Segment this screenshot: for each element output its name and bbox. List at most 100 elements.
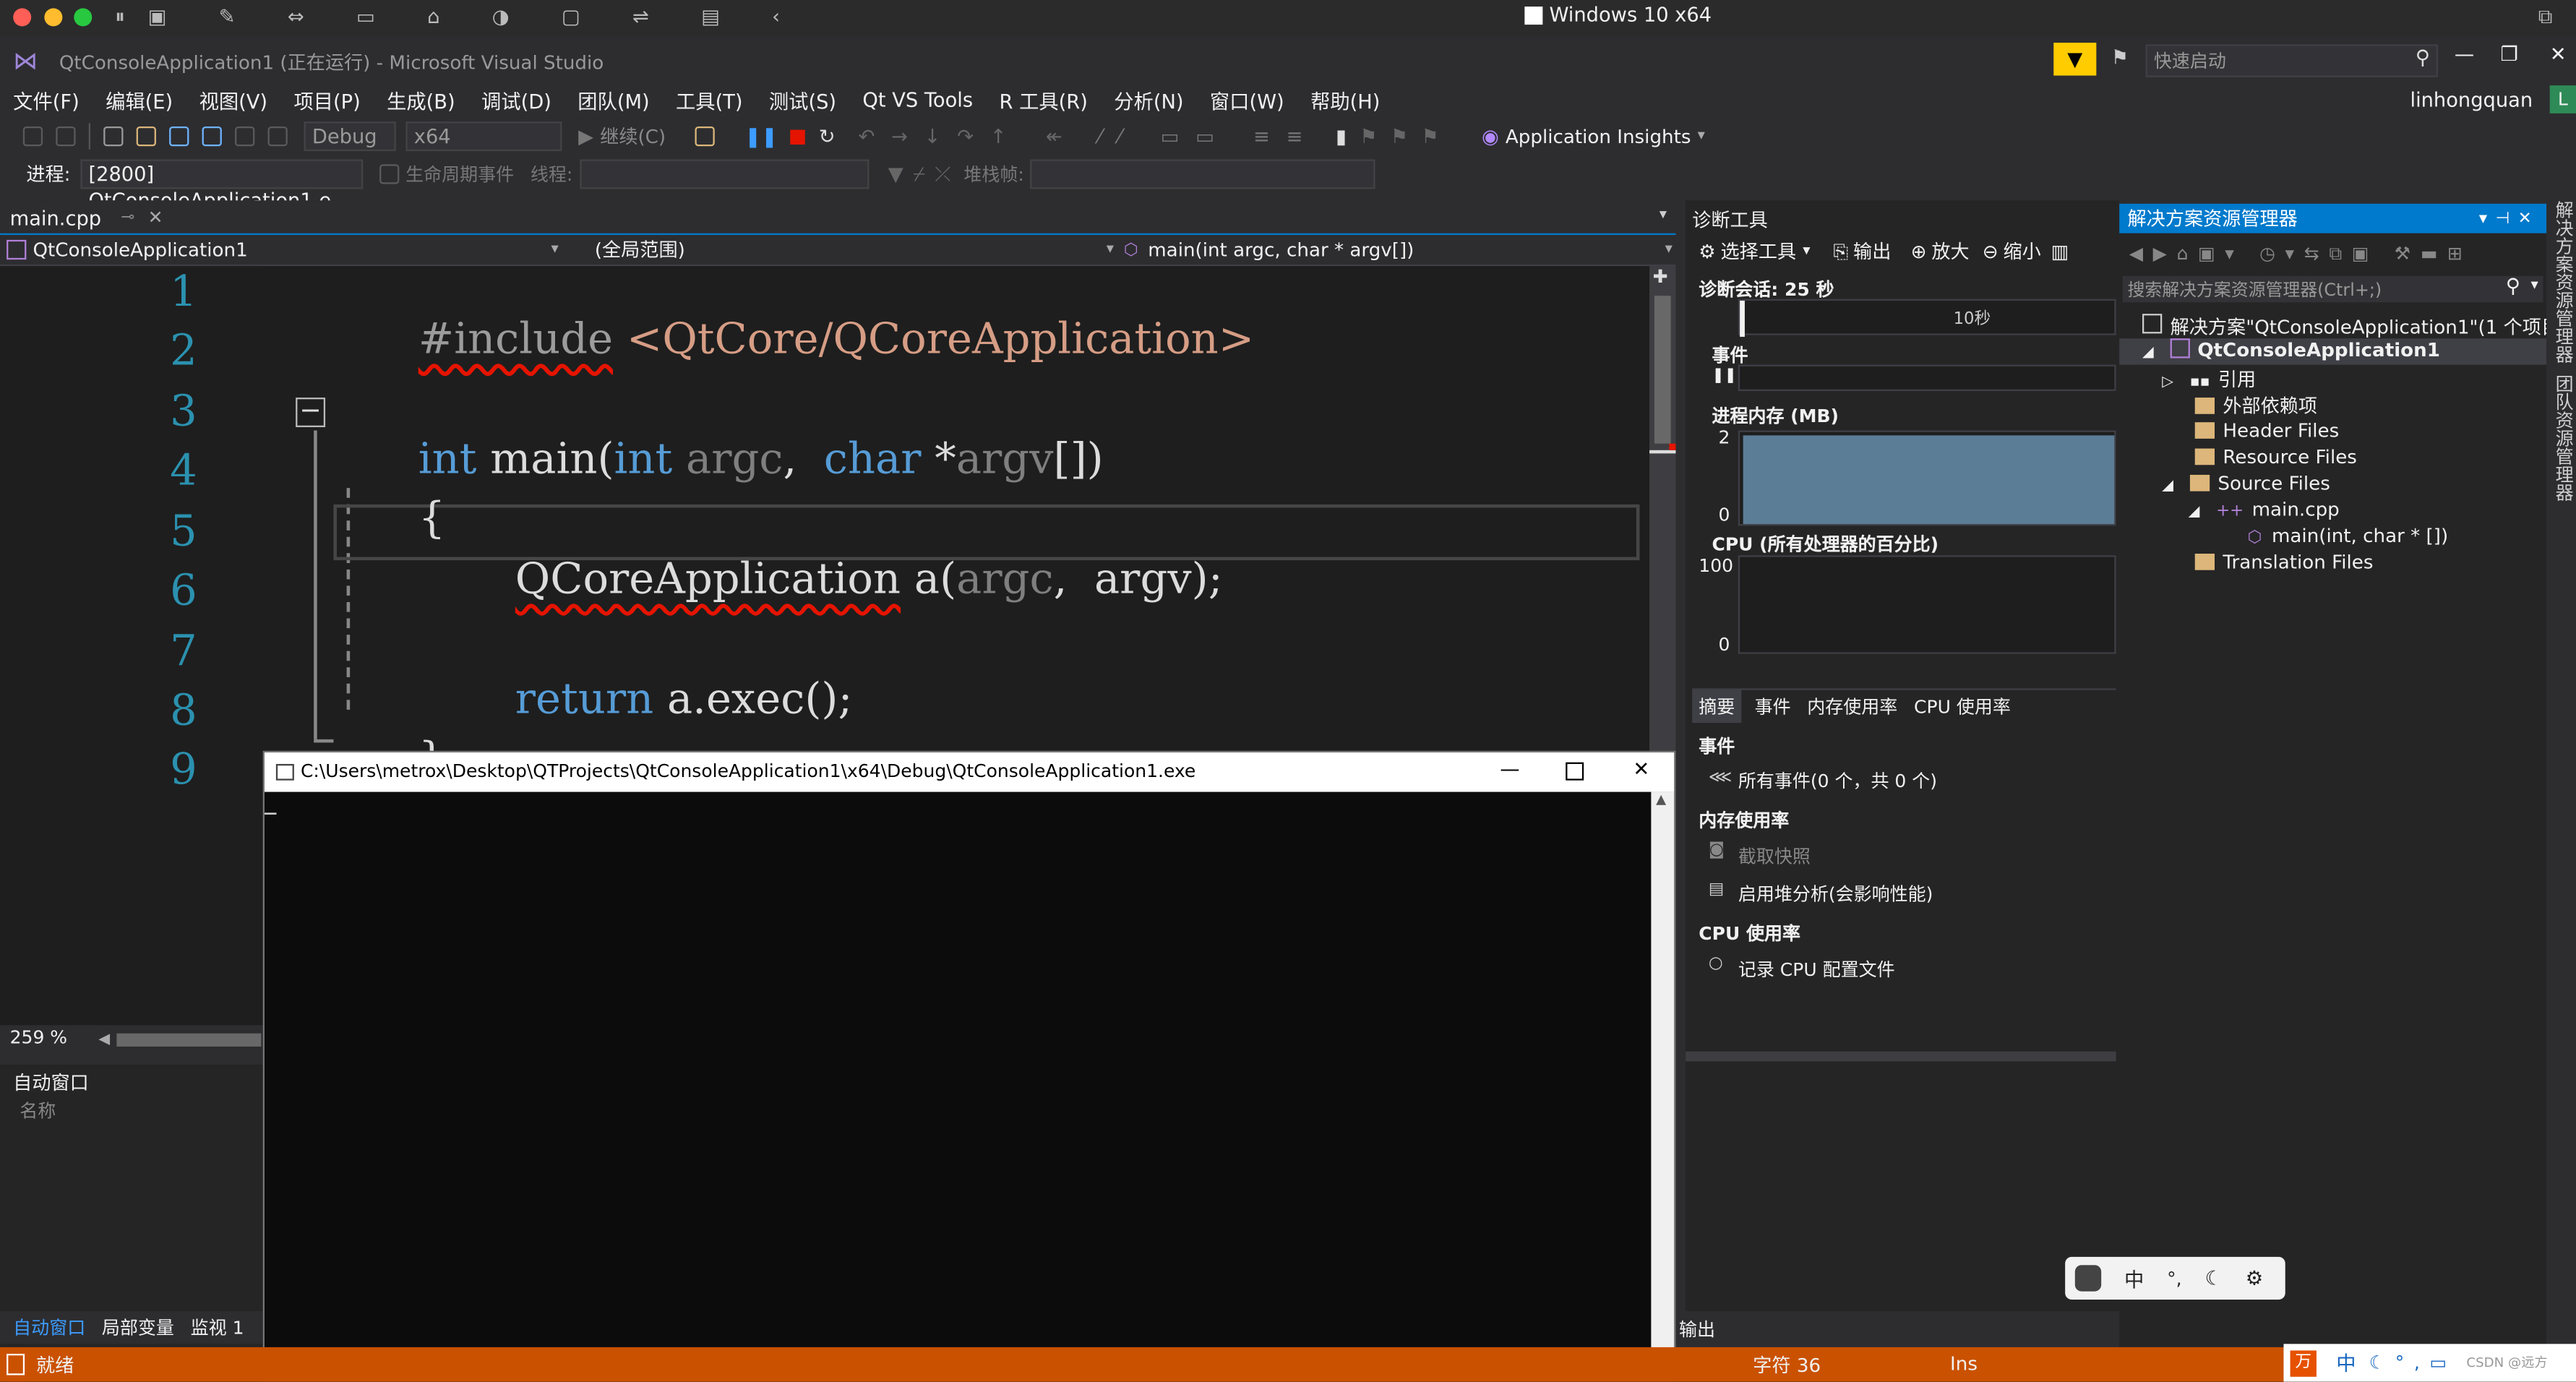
ime-language[interactable]: 中 bbox=[2124, 1264, 2144, 1292]
tree-resource-files[interactable]: Resource Files bbox=[2194, 445, 2357, 468]
tab-cpu-usage[interactable]: CPU 使用率 bbox=[1914, 693, 2011, 719]
continue-icon[interactable]: ▶ bbox=[578, 125, 593, 148]
zoom-dot[interactable] bbox=[74, 8, 93, 27]
tab-autos[interactable]: 自动窗口 bbox=[13, 1314, 85, 1340]
continue-button[interactable]: 继续(C) bbox=[600, 123, 666, 149]
tray-icons[interactable]: ☾°,▭ bbox=[2369, 1352, 2457, 1374]
menu-analyze[interactable]: 分析(N) bbox=[1101, 86, 1197, 114]
filter-icon[interactable]: ▼ bbox=[2053, 43, 2097, 76]
minimize-dot[interactable] bbox=[44, 8, 63, 27]
select-tool-button[interactable]: 选择工具 bbox=[1721, 239, 1797, 265]
tab-events[interactable]: 事件 bbox=[1755, 693, 1791, 719]
user-avatar[interactable]: L bbox=[2549, 85, 2576, 113]
menu-help[interactable]: 帮助(H) bbox=[1297, 86, 1394, 114]
timeline-ruler[interactable]: 10秒 bbox=[1738, 299, 2116, 337]
horizontal-scroll-thumb[interactable] bbox=[116, 1033, 262, 1047]
save-icon[interactable] bbox=[169, 126, 189, 147]
filter-thread-icons[interactable]: ▼⌿⤫ bbox=[888, 162, 961, 186]
tree-external-deps[interactable]: 外部依赖项 bbox=[2194, 392, 2317, 419]
thread-dropdown[interactable] bbox=[579, 159, 869, 189]
maximize-button[interactable]: ❐ bbox=[2501, 43, 2518, 66]
cpu-chart[interactable] bbox=[1738, 555, 2116, 654]
menu-view[interactable]: 视图(V) bbox=[186, 86, 280, 114]
menu-tools[interactable]: 工具(T) bbox=[663, 86, 756, 114]
nav-scope-dropdown[interactable]: (全局范围) ▾ bbox=[565, 236, 1114, 262]
tray-language[interactable]: 中 bbox=[2336, 1349, 2356, 1377]
config-dropdown[interactable]: Debug bbox=[304, 121, 396, 152]
output-button[interactable]: 输出 bbox=[1853, 239, 1891, 265]
pin-icon[interactable]: ⊸ bbox=[121, 209, 134, 227]
quick-launch-input[interactable]: 快速启动 ⚲ bbox=[2145, 44, 2439, 77]
undo-icon[interactable] bbox=[235, 126, 255, 147]
zoom-out-button[interactable]: 缩小 bbox=[2004, 239, 2041, 265]
scroll-up-icon[interactable]: ▲ bbox=[1656, 792, 1666, 807]
nav-project-dropdown[interactable]: QtConsoleApplication1 ▾ bbox=[7, 236, 559, 262]
tab-overflow-icon[interactable]: ▾ bbox=[1660, 207, 1667, 223]
menu-test[interactable]: 测试(S) bbox=[756, 86, 850, 114]
platform-dropdown[interactable]: x64 bbox=[405, 121, 562, 152]
save-all-icon[interactable] bbox=[202, 126, 222, 147]
console-minimize-button[interactable]: — bbox=[1500, 757, 1519, 781]
menu-debug[interactable]: 调试(D) bbox=[468, 86, 564, 114]
user-name[interactable]: linhongquan bbox=[2410, 89, 2533, 112]
split-icon[interactable]: ✚ bbox=[1653, 266, 1668, 288]
tree-references[interactable]: ▷ ▪▪ 引用 bbox=[2162, 366, 2256, 392]
enable-heap-analysis[interactable]: 启用堆分析(会影响性能) bbox=[1738, 880, 1933, 906]
feedback-icon[interactable]: ⚑ bbox=[2111, 46, 2129, 69]
solution-toolbar-icons[interactable]: ◀▶⌂▣▾ ◷▾⇆⧉▣ ⚒▬⊞ bbox=[2129, 243, 2473, 266]
attach-icon[interactable] bbox=[695, 126, 716, 147]
close-button[interactable]: ✕ bbox=[2550, 43, 2567, 66]
close-tab-icon[interactable]: ✕ bbox=[148, 207, 163, 228]
bookmark-icon[interactable]: ▮ bbox=[1336, 125, 1347, 148]
ime-logo-icon[interactable] bbox=[2074, 1265, 2102, 1292]
collapse-outline-icon[interactable]: − bbox=[296, 397, 326, 427]
redo-icon[interactable] bbox=[267, 126, 288, 147]
minimize-button[interactable]: — bbox=[2455, 43, 2474, 66]
console-scrollbar[interactable]: ▲ bbox=[1651, 791, 1675, 1381]
menu-edit[interactable]: 编辑(E) bbox=[93, 86, 186, 114]
pause-events-icon[interactable]: ❚❚ bbox=[1712, 368, 1736, 385]
menu-build[interactable]: 生成(B) bbox=[374, 86, 468, 114]
app-insights-button[interactable]: Application Insights bbox=[1506, 125, 1691, 148]
chevron-down-icon[interactable]: ▾ bbox=[2530, 278, 2538, 294]
collapse-arrow-icon[interactable]: ▷ bbox=[2162, 374, 2173, 391]
tree-solution[interactable]: 解决方案"QtConsoleApplication1"(1 个项目) bbox=[2142, 314, 2567, 340]
pause-icon[interactable]: ❚❚ bbox=[744, 125, 778, 148]
lifecycle-events-button[interactable]: 生命周期事件 bbox=[405, 161, 514, 187]
zoom-dropdown[interactable]: 259 % bbox=[3, 1025, 95, 1055]
expand-arrow-icon[interactable]: ◢ bbox=[2189, 505, 2200, 521]
tree-main-cpp[interactable]: ◢ ++ main.cpp bbox=[2189, 498, 2340, 521]
console-close-button[interactable]: ✕ bbox=[1633, 757, 1649, 781]
tab-locals[interactable]: 局部变量 bbox=[102, 1314, 174, 1340]
menu-file[interactable]: 文件(F) bbox=[0, 86, 93, 114]
menu-qt-vs-tools[interactable]: Qt VS Tools bbox=[849, 89, 986, 112]
menu-team[interactable]: 团队(M) bbox=[564, 86, 663, 114]
tree-main-function[interactable]: ⬡ main(int, char * []) bbox=[2247, 524, 2448, 547]
record-cpu-profile[interactable]: 记录 CPU 配置文件 bbox=[1738, 956, 1895, 982]
solution-search-input[interactable]: 搜索解决方案资源管理器(Ctrl+;) ⚲ ▾ bbox=[2122, 275, 2543, 303]
header-options-icons[interactable]: ▾⊣✕ bbox=[2479, 210, 2540, 228]
breakpoint-gutter[interactable] bbox=[0, 266, 71, 1026]
restore-icon[interactable]: ⧉ bbox=[2538, 5, 2552, 30]
tab-memory-usage[interactable]: 内存使用率 bbox=[1807, 693, 1897, 719]
search-icon[interactable]: ⚲ bbox=[2506, 275, 2520, 298]
scroll-thumb[interactable] bbox=[1654, 296, 1671, 444]
console-titlebar[interactable]: C:\Users\metrox\Desktop\QTProjects\QtCon… bbox=[264, 752, 1675, 792]
menu-window[interactable]: 窗口(W) bbox=[1197, 86, 1297, 114]
expand-arrow-icon[interactable]: ◢ bbox=[2162, 478, 2173, 494]
side-tab-team-explorer[interactable]: 团队资源管理器 bbox=[2550, 374, 2576, 501]
forward-icon[interactable] bbox=[56, 126, 76, 147]
tree-source-files[interactable]: ◢ Source Files bbox=[2162, 471, 2330, 494]
tab-summary[interactable]: 摘要 bbox=[1692, 690, 1742, 724]
tree-project[interactable]: ◢ QtConsoleApplication1 bbox=[2119, 338, 2547, 365]
bookmark-nav-icons[interactable]: ⚑⚑⚑ bbox=[1360, 125, 1452, 148]
moon-icon[interactable]: ☾ bbox=[2204, 1266, 2222, 1289]
chart-options-icon[interactable]: ▥ bbox=[2051, 240, 2069, 263]
process-dropdown[interactable]: [2800] QtConsoleApplication1.e bbox=[80, 159, 364, 212]
expand-arrow-icon[interactable]: ◢ bbox=[2142, 345, 2154, 361]
tray-ime-icon[interactable]: 万 bbox=[2290, 1349, 2317, 1376]
side-tab-solution-explorer[interactable]: 解决方案资源管理器 bbox=[2550, 200, 2576, 363]
stack-frame-dropdown[interactable] bbox=[1030, 159, 1376, 189]
gear-icon[interactable]: ⚙ bbox=[2246, 1266, 2263, 1289]
tree-translation-files[interactable]: Translation Files bbox=[2194, 550, 2373, 573]
